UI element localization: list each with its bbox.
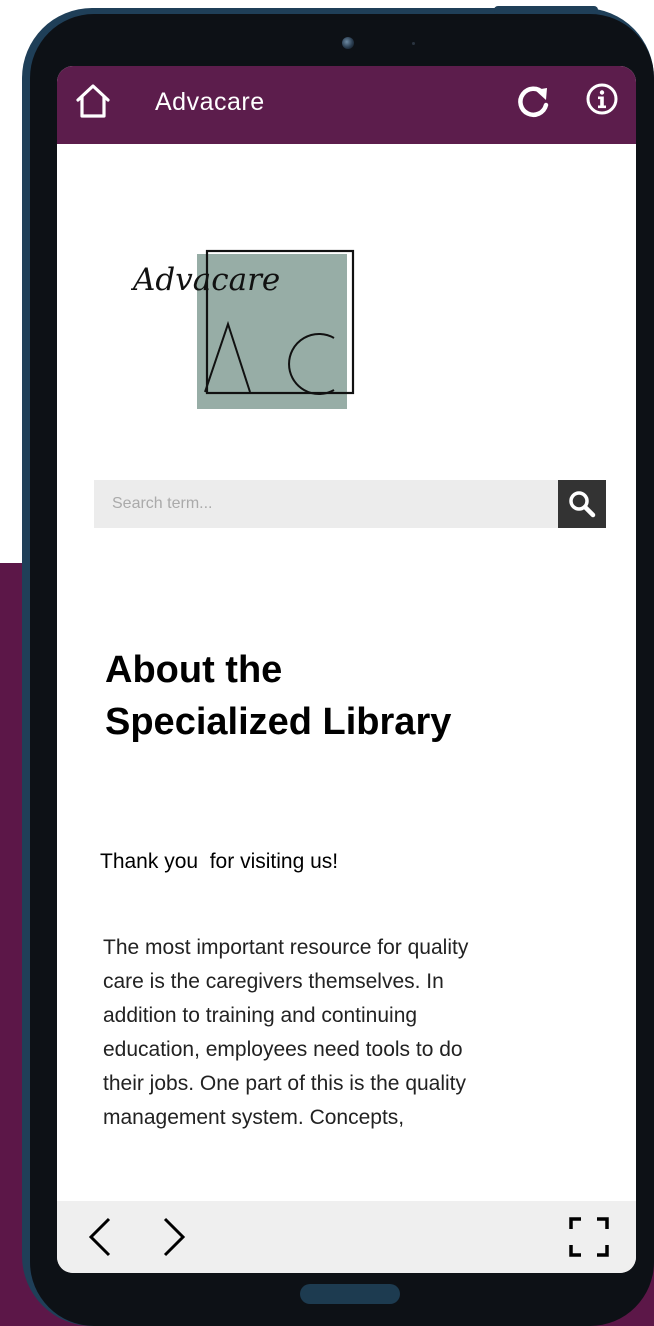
chevron-left-icon (88, 1217, 111, 1257)
page-heading: About the Specialized Library (105, 644, 605, 748)
home-icon (76, 84, 110, 118)
phone-side-button (494, 6, 598, 14)
home-indicator[interactable] (300, 1284, 400, 1304)
camera-icon (342, 37, 354, 49)
heading-line-1: About the (105, 649, 283, 691)
heading-line-2: Specialized Library (105, 701, 452, 743)
back-button[interactable] (81, 1213, 121, 1261)
search-input[interactable] (94, 480, 558, 528)
search-button[interactable] (558, 480, 606, 528)
bottom-nav-bar (57, 1201, 636, 1273)
info-button[interactable] (582, 80, 626, 124)
paragraph-line: education, employees need tools to do (103, 1038, 463, 1061)
refresh-icon (518, 86, 549, 117)
forward-button[interactable] (155, 1213, 195, 1261)
home-button[interactable] (71, 80, 115, 124)
search-bar (94, 480, 606, 528)
refresh-button[interactable] (511, 80, 555, 124)
logo-script-text: Advacare (131, 262, 280, 298)
content-area: Advacare About the Specialized Library (57, 144, 636, 1201)
sensor-dot (412, 42, 415, 45)
paragraph-line: care is the caregivers themselves. In (103, 970, 444, 993)
paragraph-line: their jobs. One part of this is the qual… (103, 1072, 467, 1095)
paragraph-line: addition to training and continuing (103, 1004, 418, 1027)
page: Advacare Advacare Search term... About t… (0, 0, 654, 1326)
paragraph-line: management system. Concepts, (103, 1106, 405, 1129)
advacare-logo: Advacare (131, 242, 361, 412)
top-app-bar: Advacare (57, 66, 636, 144)
thanks-text: Thank you for visiting us! (100, 850, 339, 873)
intro-paragraph: The most important resource for quality … (103, 931, 603, 1135)
fullscreen-icon (569, 1217, 609, 1257)
search-icon (569, 491, 596, 518)
info-icon (586, 83, 618, 115)
paragraph-line: The most important resource for quality (103, 936, 469, 959)
app-title: Advacare (155, 88, 265, 116)
fullscreen-button[interactable] (565, 1213, 613, 1261)
app-screen: Advacare Advacare Search term... About t… (57, 66, 636, 1273)
chevron-right-icon (163, 1217, 186, 1257)
